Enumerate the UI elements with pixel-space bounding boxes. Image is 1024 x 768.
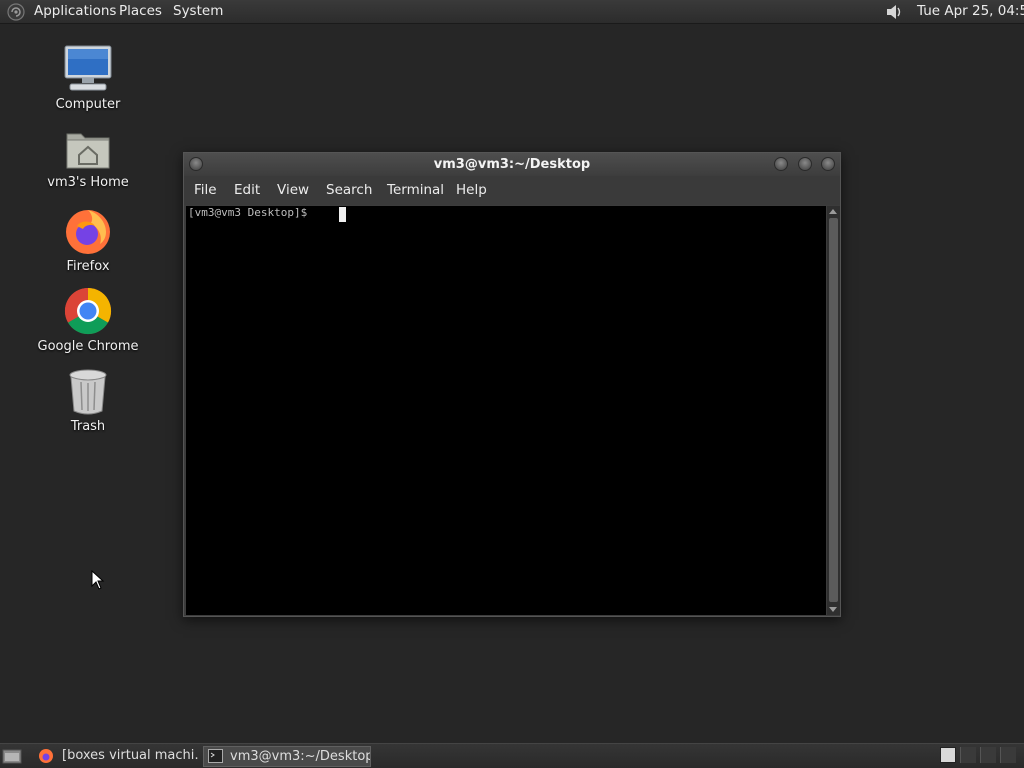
desktop-icon-computer[interactable]: Computer <box>28 44 148 112</box>
terminal-titlebar[interactable]: vm3@vm3:~/Desktop <box>184 153 840 176</box>
bottom-panel: [boxes virtual machi… vm3@vm3:~/Desktop <box>0 743 1024 768</box>
workspace-1[interactable] <box>940 747 956 763</box>
trash-icon <box>69 369 107 415</box>
terminal-icon <box>208 749 223 763</box>
desktop-icon-firefox[interactable]: Firefox <box>28 206 148 274</box>
menu-view[interactable]: View <box>277 182 309 198</box>
desktop-icon-label: Google Chrome <box>37 339 139 354</box>
distro-logo-icon[interactable] <box>7 3 25 21</box>
scrollbar-thumb[interactable] <box>829 218 838 602</box>
mouse-pointer-icon <box>91 570 105 590</box>
workspace-4[interactable] <box>1000 747 1016 763</box>
desktop-icon-trash[interactable]: Trash <box>28 368 148 434</box>
menu-help[interactable]: Help <box>456 182 487 198</box>
menu-search[interactable]: Search <box>326 182 372 198</box>
taskbar-item-label: [boxes virtual machi… <box>62 748 198 763</box>
shell-prompt: [vm3@vm3 Desktop]$ <box>188 206 314 219</box>
menu-terminal[interactable]: Terminal <box>387 182 444 198</box>
desktop-icon-label: vm3's Home <box>47 175 129 190</box>
workspace-2[interactable] <box>960 747 976 763</box>
system-menu[interactable]: System <box>173 3 223 19</box>
firefox-icon <box>66 210 110 254</box>
menu-file[interactable]: File <box>194 182 217 198</box>
top-panel: Applications Places System Tue Apr 25, 0… <box>0 0 1024 24</box>
scroll-up-icon[interactable] <box>829 209 837 214</box>
taskbar-item-active[interactable]: vm3@vm3:~/Desktop <box>203 746 371 767</box>
terminal-scrollbar[interactable] <box>827 206 840 615</box>
minimize-button[interactable] <box>774 157 788 171</box>
close-button[interactable] <box>821 157 835 171</box>
terminal-menubar: File Edit View Search Terminal Help <box>184 176 840 205</box>
clock[interactable]: Tue Apr 25, 04:57 <box>917 3 1024 19</box>
show-desktop-icon[interactable] <box>2 747 22 765</box>
scroll-down-icon[interactable] <box>829 607 837 612</box>
window-title: vm3@vm3:~/Desktop <box>433 157 591 172</box>
workspace-3[interactable] <box>980 747 996 763</box>
applications-menu[interactable]: Applications <box>34 3 116 19</box>
computer-icon <box>64 45 112 91</box>
places-menu[interactable]: Places <box>119 3 162 19</box>
terminal-output[interactable]: [vm3@vm3 Desktop]$ <box>186 206 826 615</box>
maximize-button[interactable] <box>798 157 812 171</box>
menu-edit[interactable]: Edit <box>234 182 260 198</box>
desktop-icon-label: Trash <box>70 419 106 434</box>
desktop-icon-chrome[interactable]: Google Chrome <box>28 286 148 354</box>
chrome-icon <box>64 287 112 335</box>
taskbar-item-label: vm3@vm3:~/Desktop <box>230 749 371 764</box>
desktop-icon-label: Firefox <box>66 259 110 274</box>
terminal-window: vm3@vm3:~/Desktop File Edit View Search … <box>183 152 841 617</box>
desktop-icon-label: Computer <box>55 97 121 112</box>
firefox-icon <box>39 749 53 763</box>
home-folder-icon <box>66 133 110 169</box>
desktop-icon-home[interactable]: vm3's Home <box>28 128 148 190</box>
text-cursor <box>339 207 346 222</box>
taskbar-item[interactable]: [boxes virtual machi… <box>34 746 198 767</box>
volume-icon[interactable] <box>884 2 904 22</box>
